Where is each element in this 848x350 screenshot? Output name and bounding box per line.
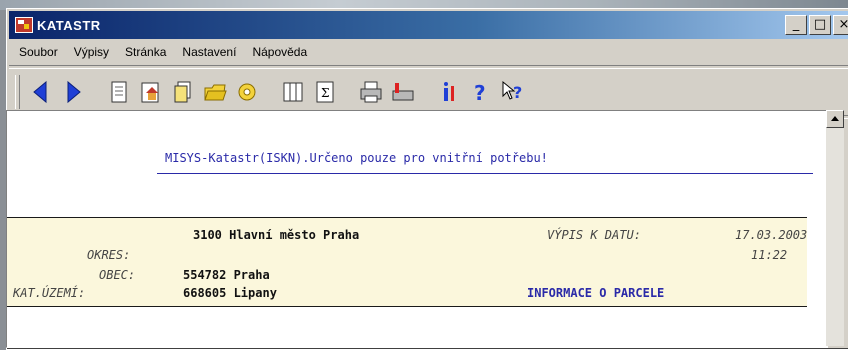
svg-text:?: ? bbox=[474, 81, 486, 105]
context-help-icon[interactable]: ? bbox=[498, 75, 528, 109]
menu-napoveda[interactable]: Nápověda bbox=[252, 45, 307, 59]
info-title: INFORMACE O PARCELE bbox=[527, 286, 665, 300]
vertical-scrollbar[interactable] bbox=[826, 110, 844, 346]
menu-vypisy[interactable]: Výpisy bbox=[74, 45, 109, 59]
date-label: VÝPIS K DATU: bbox=[547, 228, 641, 242]
forward-arrow-icon[interactable] bbox=[58, 75, 88, 109]
columns-icon[interactable] bbox=[278, 75, 308, 109]
toolbar: Σ ? ? bbox=[9, 69, 848, 115]
svg-text:?: ? bbox=[513, 83, 522, 102]
printer-icon[interactable] bbox=[356, 75, 386, 109]
app-icon bbox=[15, 17, 33, 33]
document-icon[interactable] bbox=[104, 75, 134, 109]
region-value: 3100 Hlavní město Praha bbox=[193, 228, 360, 242]
window-title: KATASTR bbox=[37, 17, 101, 33]
parcel-header-box: 3100 Hlavní město Praha VÝPIS K DATU: 17… bbox=[7, 217, 807, 307]
title-bar: KATASTR _ □ × bbox=[9, 11, 848, 39]
printer-gear-icon[interactable] bbox=[232, 75, 262, 109]
window-controls: _ □ × bbox=[785, 15, 848, 35]
kat-value: 668605 Lipany bbox=[183, 286, 277, 300]
sum-icon[interactable]: Σ bbox=[310, 75, 340, 109]
scroll-up-button[interactable] bbox=[826, 110, 844, 128]
date-value: 17.03.2003 bbox=[735, 228, 808, 242]
maximize-button[interactable]: □ bbox=[809, 15, 831, 35]
menu-stranka[interactable]: Stránka bbox=[125, 45, 166, 59]
obec-value: 554782 Praha bbox=[183, 268, 270, 282]
kat-label: KAT.ÚZEMÍ: bbox=[13, 286, 86, 300]
back-arrow-icon[interactable] bbox=[26, 75, 56, 109]
menu-nastaveni[interactable]: Nastavení bbox=[182, 45, 236, 59]
menu-soubor[interactable]: Soubor bbox=[19, 45, 58, 59]
document-stack-icon[interactable] bbox=[168, 75, 198, 109]
obec-label: OBEC: bbox=[99, 268, 136, 282]
minimize-button[interactable]: _ bbox=[785, 15, 807, 35]
report-view: MISYS-Katastr(ISKN).Určeno pouze pro vni… bbox=[6, 110, 828, 348]
banner-text: MISYS-Katastr(ISKN).Určeno pouze pro vni… bbox=[165, 151, 548, 165]
info-icon[interactable] bbox=[434, 75, 464, 109]
menu-bar: Soubor Výpisy Stránka Nastavení Nápověda bbox=[9, 41, 848, 63]
banner-underline bbox=[157, 173, 813, 174]
house-document-icon[interactable] bbox=[136, 75, 166, 109]
scanner-icon[interactable] bbox=[388, 75, 418, 109]
help-icon[interactable]: ? bbox=[466, 75, 496, 109]
close-button[interactable]: × bbox=[833, 15, 848, 35]
okres-label: OKRES: bbox=[87, 248, 131, 262]
time-value: 11:22 bbox=[751, 248, 788, 262]
svg-text:Σ: Σ bbox=[321, 86, 329, 100]
folder-icon[interactable] bbox=[200, 75, 230, 109]
toolbar-grip[interactable] bbox=[15, 75, 20, 109]
